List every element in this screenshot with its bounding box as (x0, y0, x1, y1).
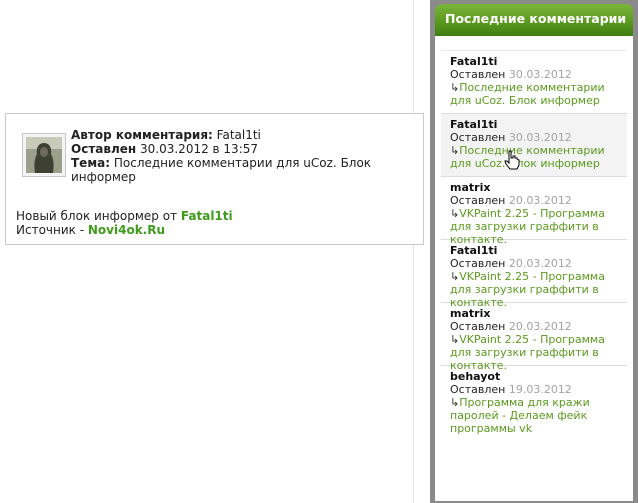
author-label: Автор комментария: (71, 128, 213, 142)
reply-arrow-icon: ↳ (450, 333, 460, 346)
comment-author[interactable]: matrix (450, 307, 623, 320)
comment-preview-card: Автор комментария: Fatal1ti Оставлен 30.… (5, 113, 424, 245)
hand-cursor-icon (504, 150, 520, 170)
author-name: Fatal1ti (216, 128, 261, 142)
comment-author[interactable]: Fatal1ti (450, 118, 623, 131)
reply-arrow-icon: ↳ (450, 270, 460, 283)
list-item[interactable]: behayot Оставлен 19.03.2012 ↳Программа д… (441, 365, 627, 435)
comment-date: 20.03.2012 (508, 320, 572, 333)
comment-topic-link[interactable]: Последние комментарии для uCoz. Блок инф… (450, 144, 605, 170)
date-label: Оставлен (450, 194, 506, 207)
comment-author[interactable]: behayot (450, 370, 623, 383)
avatar (22, 133, 66, 177)
avatar-image-icon (26, 137, 62, 173)
body-line2-text: Источник - (16, 223, 85, 237)
source-link[interactable]: Novi4ok.Ru (88, 223, 165, 237)
comment-author[interactable]: Fatal1ti (450, 55, 623, 68)
date-label: Оставлен (450, 320, 506, 333)
reply-arrow-icon: ↳ (450, 396, 460, 409)
list-item[interactable]: matrix Оставлен 20.03.2012 ↳VKPaint 2.25… (441, 176, 627, 246)
comment-author[interactable]: matrix (450, 181, 623, 194)
date-label: Оставлен (450, 383, 506, 396)
list-item[interactable]: Fatal1ti Оставлен 20.03.2012 ↳VKPaint 2.… (441, 239, 627, 309)
comment-date: 30.03.2012 (508, 68, 572, 81)
body-line1-text: Новый блок информер от (16, 209, 178, 223)
reply-arrow-icon: ↳ (450, 144, 460, 157)
topic-text: Последние комментарии для uCoz. Блок инф… (71, 156, 372, 184)
topic-label: Тема: (71, 156, 111, 170)
comment-date: 30.03.2012 в 13:57 (140, 142, 259, 156)
reply-arrow-icon: ↳ (450, 81, 460, 94)
latest-comments-widget: Последние комментарии Fatal1ti Оставлен … (430, 0, 638, 503)
comment-topic-link[interactable]: Программа для кражи паролей - Делаем фей… (450, 396, 590, 435)
comment-date: 20.03.2012 (508, 257, 572, 270)
list-item[interactable]: Fatal1ti Оставлен 30.03.2012 ↳Последние … (441, 113, 627, 176)
body-author-link[interactable]: Fatal1ti (181, 209, 233, 223)
reply-arrow-icon: ↳ (450, 207, 460, 220)
comment-date: 30.03.2012 (508, 131, 572, 144)
content-divider (413, 0, 414, 503)
date-label: Оставлен (450, 68, 506, 81)
comment-date: 19.03.2012 (508, 383, 572, 396)
comment-body: Новый блок информер от Fatal1ti Источник… (16, 209, 233, 237)
comments-list: Fatal1ti Оставлен 30.03.2012 ↳Последние … (435, 36, 633, 501)
comment-author[interactable]: Fatal1ti (450, 244, 623, 257)
date-label: Оставлен (450, 131, 506, 144)
list-item[interactable]: Fatal1ti Оставлен 30.03.2012 ↳Последние … (441, 50, 627, 113)
list-item[interactable]: matrix Оставлен 20.03.2012 ↳VKPaint 2.25… (441, 302, 627, 372)
comment-meta: Автор комментария: Fatal1ti Оставлен 30.… (71, 128, 401, 184)
date-label: Оставлен (450, 257, 506, 270)
comment-topic-link[interactable]: Последние комментарии для uCoz. Блок инф… (450, 81, 605, 107)
widget-title: Последние комментарии (435, 4, 633, 36)
comment-date: 20.03.2012 (508, 194, 572, 207)
date-label: Оставлен (71, 142, 137, 156)
